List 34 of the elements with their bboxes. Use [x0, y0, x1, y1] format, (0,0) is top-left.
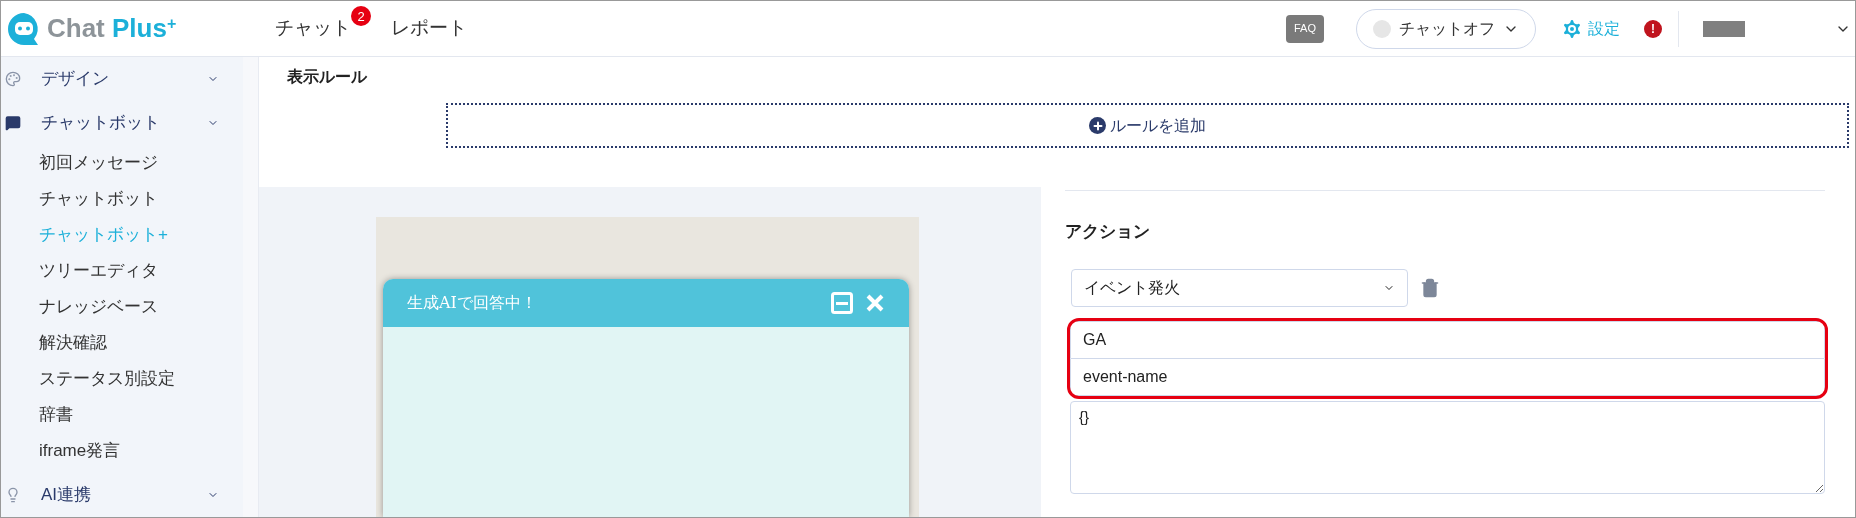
- redacted-block: [1703, 20, 1745, 37]
- sidebar-item[interactable]: ツリーエディタ: [1, 253, 243, 289]
- action-select[interactable]: イベント発火: [1071, 268, 1408, 307]
- lightbulb-icon: [5, 487, 21, 503]
- sidebar-item[interactable]: ステータス別設定: [1, 361, 243, 397]
- alert-badge[interactable]: !: [1644, 19, 1662, 38]
- section-title: アクション: [1065, 221, 1151, 243]
- section-title: 表示ルール: [286, 67, 368, 87]
- trash-icon[interactable]: [1420, 277, 1440, 298]
- sidebar-item[interactable]: 初回メッセージ: [1, 145, 243, 181]
- category-input[interactable]: GA: [1070, 320, 1825, 359]
- plus-icon: [1089, 117, 1106, 134]
- sidebar-item[interactable]: チャットボット: [1, 181, 243, 217]
- notification-badge: 2: [351, 6, 371, 27]
- sidebar-group[interactable]: デザイン: [1, 57, 243, 101]
- logo-text: Chat Plus$^{+}$: [47, 12, 177, 45]
- widget-title: 生成AIで回答中！: [407, 292, 538, 314]
- event-input[interactable]: event-name: [1070, 358, 1825, 396]
- sidebar-group[interactable]: チャットボット: [1, 101, 243, 145]
- minimize-icon[interactable]: [831, 292, 853, 314]
- add-rule-button[interactable]: ルールを追加: [446, 103, 1849, 148]
- sidebar-item[interactable]: ナレッジベース: [1, 289, 243, 325]
- nav-link[interactable]: チャット: [275, 14, 351, 43]
- params-textarea[interactable]: {}: [1070, 400, 1825, 494]
- close-icon[interactable]: [865, 293, 885, 313]
- sidebar-item[interactable]: 解決確認: [1, 325, 243, 361]
- sidebar-group[interactable]: AI連携: [1, 477, 243, 513]
- scrollbar-track[interactable]: [243, 57, 259, 517]
- palette-icon: [5, 71, 21, 87]
- nav-link[interactable]: レポート: [391, 14, 467, 43]
- chat-bubble-icon: [5, 115, 21, 131]
- sidebar-item[interactable]: 辞書: [1, 397, 243, 433]
- sidebar-item[interactable]: iframe発言: [1, 433, 243, 469]
- faq-button[interactable]: FAQ: [1286, 14, 1324, 43]
